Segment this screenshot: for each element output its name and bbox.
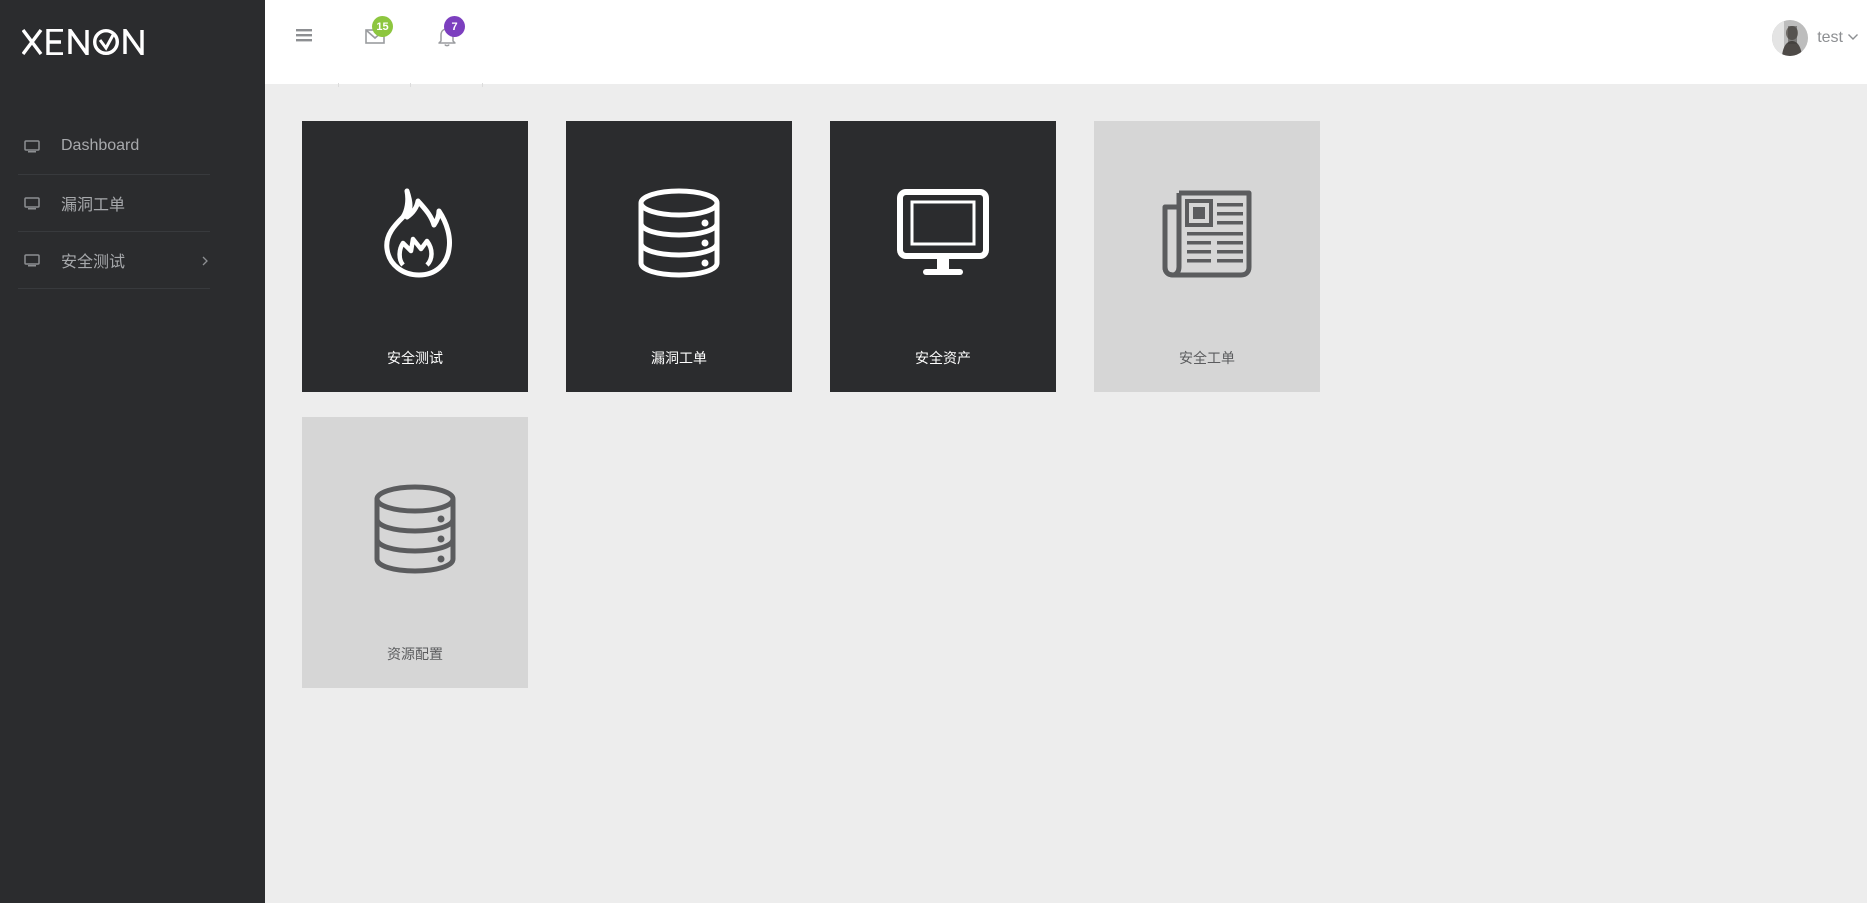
- tile-label: 安全资产: [915, 350, 971, 366]
- mail-count-badge: 15: [372, 16, 393, 37]
- monitor-icon: [24, 139, 42, 153]
- divider: [338, 83, 339, 87]
- sidebar-nav: Dashboard 漏洞工单 安全测试: [18, 118, 210, 289]
- xenon-logo-icon: [22, 29, 144, 55]
- desktop-icon: [895, 185, 991, 281]
- tile-label: 资源配置: [387, 646, 443, 662]
- sidebar-item-label: Dashboard: [61, 137, 140, 154]
- tile-vulnerability-tickets[interactable]: 漏洞工单: [566, 121, 792, 392]
- username: test: [1817, 29, 1843, 46]
- tile-security-testing[interactable]: 安全测试: [302, 121, 528, 392]
- hamburger-icon[interactable]: [295, 27, 313, 43]
- sidebar-item-security-testing[interactable]: 安全测试: [18, 232, 210, 289]
- brand-logo[interactable]: [22, 22, 148, 62]
- newspaper-icon: [1159, 185, 1255, 281]
- monitor-icon: [24, 196, 42, 210]
- tile-security-assets[interactable]: 安全资产: [830, 121, 1056, 392]
- sidebar-item-vulnerability-tickets[interactable]: 漏洞工单: [18, 175, 210, 232]
- sidebar-item-label: 安全测试: [61, 254, 126, 271]
- fire-icon: [367, 185, 463, 281]
- chevron-down-icon: [1847, 29, 1859, 47]
- tile-label: 安全测试: [387, 350, 443, 366]
- tile-label: 安全工单: [1179, 350, 1235, 366]
- notification-count-badge: 7: [444, 16, 465, 37]
- divider: [410, 83, 411, 87]
- sidebar-item-label: 漏洞工单: [61, 197, 126, 214]
- tile-security-orders[interactable]: 安全工单: [1094, 121, 1320, 392]
- top-bar: 15 7 test: [265, 0, 1867, 87]
- user-menu[interactable]: test: [1772, 20, 1859, 56]
- sidebar-item-dashboard[interactable]: Dashboard: [18, 118, 210, 175]
- database-icon: [367, 481, 463, 577]
- database-icon: [631, 185, 727, 281]
- sidebar: Dashboard 漏洞工单 安全测试: [0, 0, 265, 903]
- monitor-icon: [24, 253, 42, 267]
- tile-resource-config[interactable]: 资源配置: [302, 417, 528, 688]
- divider: [482, 83, 483, 87]
- tile-label: 漏洞工单: [651, 350, 707, 366]
- avatar: [1772, 20, 1809, 56]
- chevron-right-icon: [200, 254, 210, 266]
